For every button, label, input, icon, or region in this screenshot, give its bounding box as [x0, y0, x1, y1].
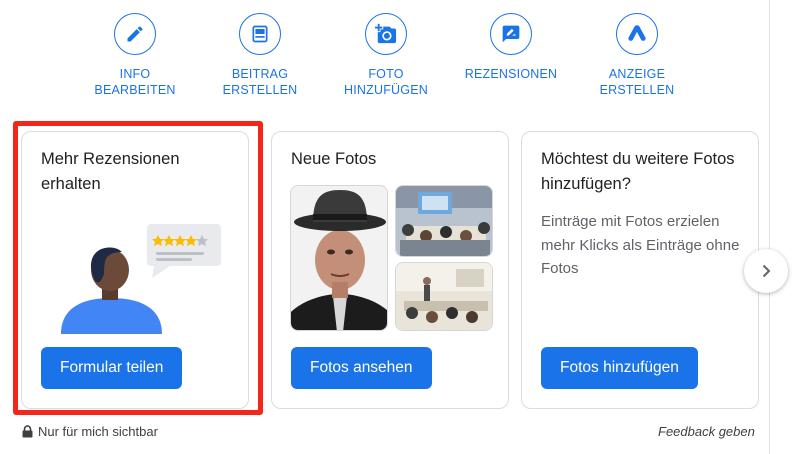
visibility-text: Nur für mich sichtbar — [38, 424, 158, 439]
create-post-label: BEITRAG ERSTELLEN — [222, 67, 298, 97]
next-card-button[interactable] — [744, 249, 788, 293]
feedback-link[interactable]: Feedback geben — [658, 424, 755, 439]
share-form-button[interactable]: Formular teilen — [41, 347, 183, 389]
reviews-label: REZENSIONEN — [464, 67, 558, 81]
new-photos-card-title: Neue Fotos — [291, 150, 377, 168]
add-photo-label: FOTO HINZUFÜGEN — [344, 67, 428, 97]
chevron-right-icon — [762, 264, 771, 278]
pencil-icon — [114, 13, 156, 55]
reviews-card: Mehr Rezensionen erhalten Formular teile… — [21, 131, 249, 409]
meeting-photo-top — [395, 185, 493, 257]
review-icon — [490, 13, 532, 55]
action-bar: INFO BEARBEITEN BEITRAG ERSTELLEN FOTO H… — [0, 0, 770, 112]
view-photos-button[interactable]: Fotos ansehen — [291, 347, 432, 389]
add-photo-action[interactable]: FOTO HINZUFÜGEN — [331, 13, 441, 98]
reviews-illustration — [58, 222, 228, 334]
ads-icon — [616, 13, 658, 55]
create-ad-label: ANZEIGE ERSTELLEN — [599, 67, 675, 97]
reviews-action[interactable]: REZENSIONEN — [456, 13, 566, 82]
meeting-photo-bottom — [395, 262, 493, 331]
lock-icon — [22, 425, 33, 438]
add-photos-card-description: Einträge mit Fotos erzielen mehr Klicks … — [541, 213, 740, 277]
add-photos-card: Möchtest du weitere Fotos hinzufügen? Ei… — [521, 131, 759, 409]
edit-info-label: INFO BEARBEITEN — [94, 67, 176, 97]
create-ad-action[interactable]: ANZEIGE ERSTELLEN — [582, 13, 692, 98]
portrait-photo — [290, 185, 388, 331]
visibility-note: Nur für mich sichtbar — [22, 424, 158, 439]
post-icon — [239, 13, 281, 55]
new-photos-card: Neue Fotos Fotos ansehen — [271, 131, 509, 409]
add-photo-icon — [365, 13, 407, 55]
add-photos-card-title: Möchtest du weitere Fotos hinzufügen? — [541, 150, 735, 193]
edit-info-action[interactable]: INFO BEARBEITEN — [80, 13, 190, 98]
business-profile-panel: INFO BEARBEITEN BEITRAG ERSTELLEN FOTO H… — [0, 0, 770, 454]
create-post-action[interactable]: BEITRAG ERSTELLEN — [205, 13, 315, 98]
add-photos-button[interactable]: Fotos hinzufügen — [541, 347, 698, 389]
reviews-card-title: Mehr Rezensionen erhalten — [41, 150, 180, 193]
